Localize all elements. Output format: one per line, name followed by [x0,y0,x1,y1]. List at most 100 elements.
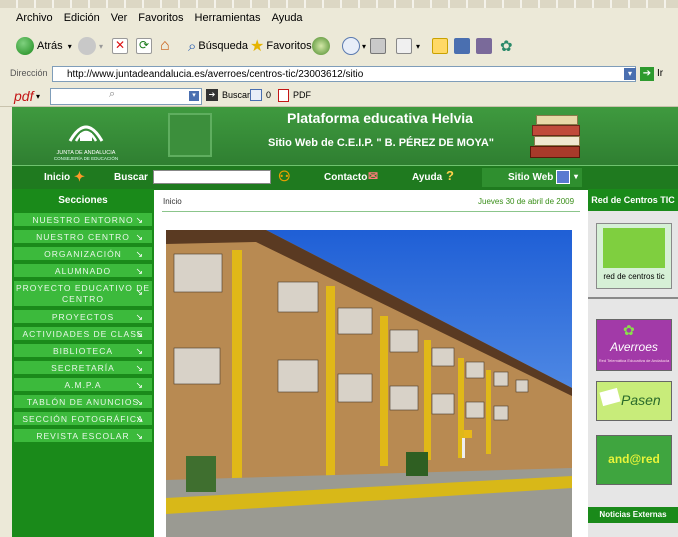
pdf-count-icon [250,89,262,101]
books-icon [530,111,582,161]
notes-button[interactable] [432,36,448,56]
section-ampa[interactable]: A.M.P.A ↘ [14,378,152,392]
url-field[interactable]: http://www.juntadeandalucia.es/averroes/… [52,66,636,82]
school-building-photo [166,230,572,537]
menu-favoritos[interactable]: Favoritos [138,12,183,24]
tic-network-caption: red de centros tic [603,272,665,281]
pdf-file-icon [278,89,289,102]
home-button[interactable]: ⌂ [160,36,170,56]
stop-button[interactable]: ✕ [112,36,128,56]
menu-herramientas[interactable]: Herramientas [195,12,261,24]
andared-banner[interactable]: and@red [596,435,672,485]
go-label[interactable]: Ir [657,68,663,79]
content-divider [162,211,580,212]
mail-dropdown-icon[interactable]: ▾ [362,42,366,51]
back-dropdown-icon[interactable]: ▾ [68,42,72,51]
favorites-button[interactable]: ★ Favoritos [250,36,312,56]
stop-icon: ✕ [112,38,128,54]
pdf-label[interactable]: PDF [293,90,311,100]
nav-help-link[interactable]: Ayuda [412,172,442,183]
msn-button[interactable]: ✿ [500,36,513,56]
section-nuestro-entorno[interactable]: NUESTRO ENTORNO ↘ [14,213,152,227]
print-icon [370,38,386,54]
pdf-logo-dropdown-icon[interactable]: ▾ [36,92,40,101]
andared-label: and@red [608,452,660,466]
section-organizacion[interactable]: ORGANIZACIÓN ↘ [14,247,152,261]
go-arrow-icon[interactable]: ➔ [640,67,654,81]
mail-button[interactable]: ▾ [342,36,366,56]
menu-ver[interactable]: Ver [111,12,128,24]
research-button[interactable] [454,36,470,56]
section-nuestro-centro[interactable]: NUESTRO CENTRO ↘ [14,230,152,244]
messenger-button[interactable] [476,36,492,56]
pdf-search-go-icon[interactable]: ➔ [206,89,218,101]
averroes-banner[interactable]: ✿ Averroes Red Telemática Educativa de A… [596,319,672,371]
edit-dropdown-icon[interactable]: ▾ [416,42,420,51]
forward-button[interactable]: ▾ [78,36,103,56]
section-arrow-icon: ↘ [135,215,144,225]
external-news-title: Noticias Externas [588,507,678,523]
pdf-count: 0 [266,90,272,100]
history-icon [312,37,330,55]
menu-archivo[interactable]: Archivo [16,12,53,24]
refresh-icon: ⟳ [136,38,152,54]
pdf-search-dropdown-icon[interactable]: ▾ [189,91,199,101]
refresh-button[interactable]: ⟳ [136,36,152,56]
section-arrow-icon: ↘ [135,266,144,276]
section-arrow-icon: ↘ [135,312,144,322]
site-nav-bar: Inicio ✦ Buscar ⚇ Contacto ✉ Ayuda ? Sit… [12,165,678,190]
tic-network-banner[interactable]: red de centros tic [596,223,672,289]
averroes-label: Averroes [610,340,658,354]
section-biblioteca[interactable]: BIBLIOTECA ↘ [14,344,152,358]
pasen-label: Pasen [621,392,661,408]
nav-home-icon: ✦ [74,169,85,184]
section-tablon-de-anuncios[interactable]: TABLÓN DE ANUNCIOS ↘ [14,395,152,409]
nav-site-button[interactable]: Sitio Web ▾ [482,168,582,187]
section-arrow-icon: ↘ [135,414,144,424]
site-search-input[interactable] [153,170,271,184]
pdf-search-input[interactable]: ⌕ ▾ [50,88,202,105]
home-icon: ⌂ [160,37,170,54]
tic-network-map-icon [603,228,665,268]
section-arrow-icon: ↘ [135,431,144,441]
site-subtitle: Sitio Web de C.E.I.P. " B. PÉREZ DE MOYA… [268,137,494,149]
platform-title: Plataforma educativa Helvia [287,110,473,126]
search-button[interactable]: ⌕ Búsqueda [188,36,248,56]
back-button[interactable]: Atrás ▾ [16,36,72,56]
section-fotografica[interactable]: SECCIÓN FOTOGRÁFICA ↘ [14,412,152,426]
section-proyectos[interactable]: PROYECTOS ↘ [14,310,152,324]
window-tab-strip [0,0,678,8]
section-actividades-de-clase[interactable]: ACTIVIDADES DE CLASE ↘ [14,327,152,341]
nav-contact-link[interactable]: Contacto [324,172,367,183]
section-revista-escolar[interactable]: REVISTA ESCOLAR ↘ [14,429,152,443]
section-secretaria[interactable]: SECRETARÍA ↘ [14,361,152,375]
forward-dropdown-icon[interactable]: ▾ [99,42,103,51]
pdf-search-label[interactable]: Buscar [222,90,250,100]
back-arrow-icon [16,37,34,55]
notes-icon [432,38,448,54]
nav-home-link[interactable]: Inicio [44,172,70,183]
help-icon: ? [446,168,454,183]
section-proyecto-educativo[interactable]: PROYECTO EDUCATIVO DE CENTRO ↘ [14,281,152,307]
messenger-icon [476,38,492,54]
site-banner: JUNTA DE ANDALUCIA CONSEJERÍA DE EDUCACI… [12,107,678,165]
history-button[interactable] [312,36,330,56]
sections-sidebar: Secciones NUESTRO ENTORNO ↘ NUESTRO CENTR… [12,189,154,537]
url-dropdown-icon[interactable]: ▾ [624,68,636,80]
menu-ayuda[interactable]: Ayuda [272,12,303,24]
pasen-plane-icon [599,387,621,407]
section-arrow-icon: ↘ [135,329,144,339]
junta-logo-subtext: CONSEJERÍA DE EDUCACIÓN [53,156,119,161]
back-label: Atrás [37,40,63,52]
section-arrow-icon: ↘ [135,363,144,373]
edit-button[interactable]: ▾ [396,36,420,56]
tic-network-title: Red de Centros TIC [588,189,678,211]
breadcrumb[interactable]: Inicio [163,197,182,206]
junta-logo: JUNTA DE ANDALUCIA CONSEJERÍA DE EDUCACI… [52,111,120,161]
section-alumnado[interactable]: ALUMNADO ↘ [14,264,152,278]
search-binoculars-icon[interactable]: ⚇ [278,168,291,185]
menu-edicion[interactable]: Edición [64,12,100,24]
pasen-banner[interactable]: Pasen [596,381,672,421]
site-map-icon [556,170,570,184]
print-button[interactable] [370,36,386,56]
